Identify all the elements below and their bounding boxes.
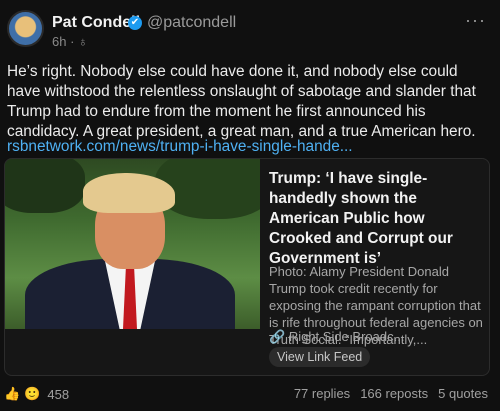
link-preview-image[interactable] [5, 159, 260, 329]
reposts-count[interactable]: 166 reposts [360, 386, 428, 401]
separator-dot: · [70, 34, 79, 49]
hair-shape [83, 173, 175, 213]
link-preview-card[interactable]: Trump: ‘I have single-handedly shown the… [4, 158, 490, 376]
replies-count[interactable]: 77 replies [294, 386, 350, 401]
card-source: 🔗 Right Side Broadc... [269, 329, 404, 345]
public-icon: ♁ [78, 34, 88, 49]
post-time[interactable]: 6h [52, 34, 66, 49]
reaction-icon: 🙂 [24, 386, 41, 401]
reactions[interactable]: 👍 🙂 458 [4, 386, 69, 402]
more-options-icon[interactable]: ··· [465, 10, 486, 31]
author-handle[interactable]: @patcondell [147, 14, 236, 32]
post-meta: 6h · ♁ [52, 34, 88, 49]
engagement-stats: 77 replies 166 reposts 5 quotes [294, 386, 488, 401]
card-title[interactable]: Trump: ‘I have single-handedly shown the… [269, 169, 483, 269]
card-source-label: Right Side Broadc... [288, 329, 405, 344]
thumbs-up-icon: 👍 [4, 386, 21, 401]
link-icon: 🔗 [269, 329, 286, 344]
post-link[interactable]: rsbnetwork.com/news/trump-i-have-single-… [7, 138, 353, 156]
post-text: He’s right. Nobody else could have done … [7, 63, 476, 140]
verified-icon: ✔ [128, 16, 142, 30]
reaction-count: 458 [47, 386, 70, 402]
quotes-count[interactable]: 5 quotes [438, 386, 488, 401]
post: Pat Condell ✔ @patcondell 6h · ♁ ··· He’… [0, 0, 500, 411]
view-link-feed-button[interactable]: View Link Feed [269, 347, 371, 367]
background-trees [5, 159, 85, 213]
author-avatar[interactable] [7, 10, 44, 47]
author-name[interactable]: Pat Condell [52, 14, 140, 32]
